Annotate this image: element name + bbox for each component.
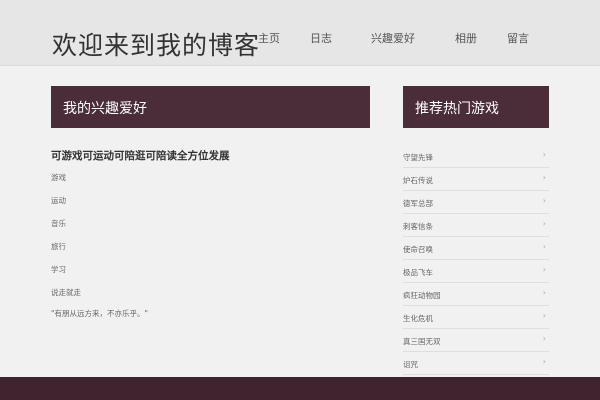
game-name: 诅咒 — [403, 360, 418, 369]
game-name: 刺客信条 — [403, 222, 433, 231]
game-name: 德军总部 — [403, 199, 433, 208]
game-item[interactable]: 诅咒 › — [403, 352, 549, 375]
site-title: 欢迎来到我的博客 — [52, 31, 261, 60]
sidebar-header: 推荐热门游戏 — [403, 86, 549, 128]
list-item: 说走就走 — [51, 288, 81, 297]
game-name: 真三国无双 — [403, 337, 441, 346]
chevron-right-icon: › — [542, 242, 546, 251]
game-name: 生化危机 — [403, 314, 433, 323]
game-name: 守望先锋 — [403, 153, 433, 162]
game-item[interactable]: 真三国无双 › — [403, 329, 549, 352]
sidebar-title: 推荐热门游戏 — [415, 101, 499, 117]
game-item[interactable]: 使命召唤 › — [403, 237, 549, 260]
game-name: 炉石传说 — [403, 176, 433, 185]
game-item[interactable]: 刺客信条 › — [403, 214, 549, 237]
game-name: 疯狂动物园 — [403, 291, 441, 300]
game-name: 使命召唤 — [403, 245, 433, 254]
nav-item-album[interactable]: 相册 — [455, 30, 477, 46]
nav-item-home[interactable]: 主页 — [258, 30, 280, 46]
chevron-right-icon: › — [542, 357, 546, 366]
list-item: 游戏 — [51, 173, 66, 182]
list-item: 旅行 — [51, 242, 66, 251]
nav-item-hobbies[interactable]: 兴趣爱好 — [371, 30, 415, 46]
hobby-list: 游戏 运动 音乐 旅行 学习 说走就走 — [51, 172, 81, 310]
game-item[interactable]: 极品飞车 › — [403, 260, 549, 283]
game-item[interactable]: 炉石传说 › — [403, 168, 549, 191]
chevron-right-icon: › — [542, 173, 546, 182]
chevron-right-icon: › — [542, 311, 546, 320]
list-item: 音乐 — [51, 219, 66, 228]
game-item[interactable]: 生化危机 › — [403, 306, 549, 329]
quote-text: "有朋从远方来，不亦乐乎。" — [51, 309, 148, 318]
site-header: 欢迎来到我的博客 主页 日志 兴趣爱好 相册 留言 — [0, 0, 600, 66]
game-list: 守望先锋 › 炉石传说 › 德军总部 › 刺客信条 › 使命召唤 › 极品飞车 › 疯狂动物… — [403, 145, 549, 375]
chevron-right-icon: › — [542, 196, 546, 205]
nav-item-guestbook[interactable]: 留言 — [507, 30, 529, 46]
game-item[interactable]: 疯狂动物园 › — [403, 283, 549, 306]
main-section-title: 我的兴趣爱好 — [63, 101, 147, 117]
page: 欢迎来到我的博客 主页 日志 兴趣爱好 相册 留言 我的兴趣爱好 可游戏可运动可… — [0, 0, 600, 400]
game-name: 极品飞车 — [403, 268, 433, 277]
list-item: 学习 — [51, 265, 66, 274]
chevron-right-icon: › — [542, 288, 546, 297]
chevron-right-icon: › — [542, 219, 546, 228]
chevron-right-icon: › — [542, 334, 546, 343]
game-item[interactable]: 德军总部 › — [403, 191, 549, 214]
site-footer — [0, 377, 600, 400]
main-section-header: 我的兴趣爱好 — [51, 86, 370, 128]
list-item: 运动 — [51, 196, 66, 205]
nav-item-journal[interactable]: 日志 — [310, 30, 332, 46]
main-heading: 可游戏可运动可陪逛可陪读全方位发展 — [51, 150, 230, 162]
chevron-right-icon: › — [542, 150, 546, 159]
game-item[interactable]: 守望先锋 › — [403, 145, 549, 168]
chevron-right-icon: › — [542, 265, 546, 274]
